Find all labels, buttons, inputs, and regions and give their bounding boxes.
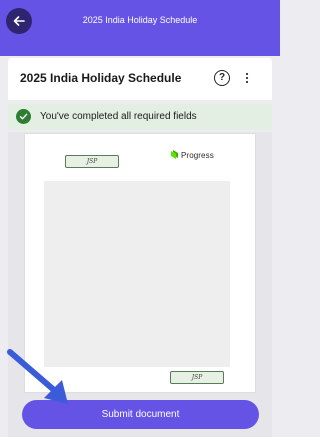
initials-value: JSP [86, 158, 98, 165]
help-button[interactable]: ? [214, 70, 230, 86]
app-header: 2025 India Holiday Schedule [0, 0, 280, 56]
initials-value: JSP [191, 374, 203, 381]
document-image-placeholder [44, 181, 230, 367]
progress-logo-icon [171, 150, 178, 159]
completion-status-text: You've completed all required fields [40, 111, 197, 122]
more-vertical-icon [245, 72, 249, 84]
document-title: 2025 India Holiday Schedule [20, 71, 182, 85]
completion-status-banner: You've completed all required fields [8, 104, 272, 130]
progress-logo-text: Progress [181, 150, 214, 160]
pointer-arrow-icon [7, 349, 68, 404]
check-circle-icon [16, 109, 31, 124]
initials-field-top[interactable]: JSP [65, 155, 119, 168]
help-circle-icon: ? [218, 72, 226, 83]
document-title-card: 2025 India Holiday Schedule ? [8, 58, 272, 100]
progress-logo: Progress [170, 150, 214, 160]
more-options-button[interactable] [242, 70, 252, 86]
header-title: 2025 India Holiday Schedule [82, 15, 198, 25]
app-screen: 2025 India Holiday Schedule 2025 India H… [0, 0, 280, 437]
initials-field-bottom[interactable]: JSP [170, 371, 224, 384]
